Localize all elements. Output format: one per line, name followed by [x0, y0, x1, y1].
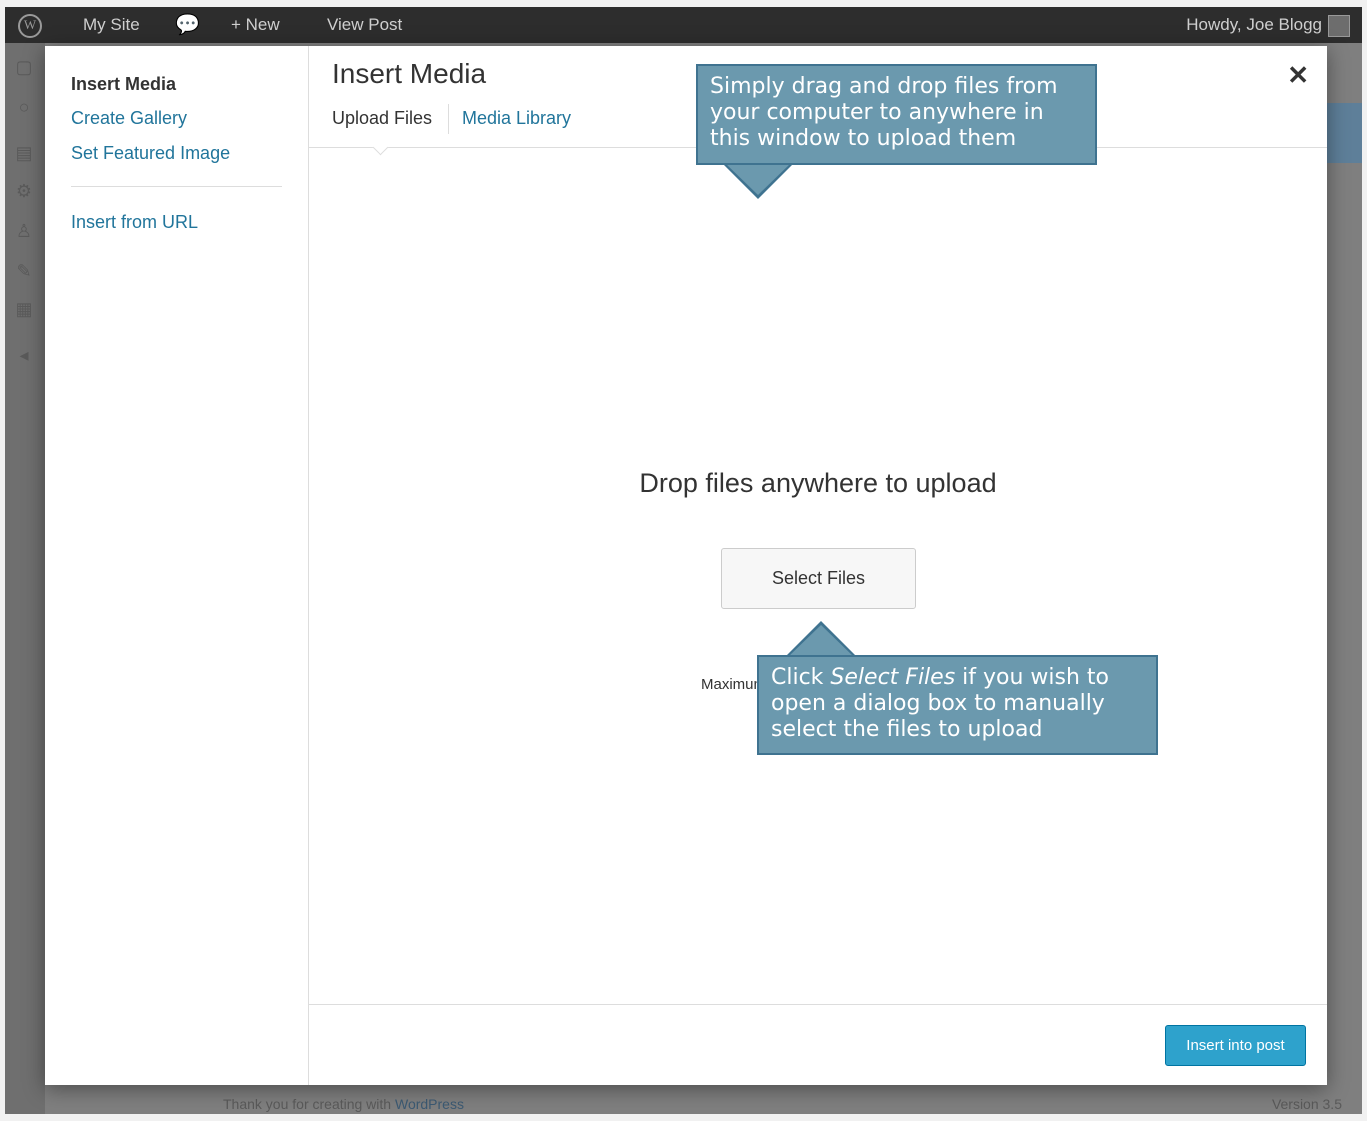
insert-into-post-button[interactable]: Insert into post [1165, 1025, 1306, 1066]
comments-icon[interactable]: 💬 [175, 7, 200, 43]
settings-icon: ▦ [15, 299, 33, 319]
tab-media-library[interactable]: Media Library [462, 108, 571, 129]
media-toolbar: Insert into post [309, 1004, 1327, 1085]
footer-thankyou: Thank you for creating with WordPress [223, 1096, 464, 1112]
wordpress-logo-icon[interactable]: W [15, 7, 45, 43]
media-menu: Insert Media Create Gallery Set Featured… [45, 46, 309, 1085]
menu-insert-from-url[interactable]: Insert from URL [71, 212, 198, 233]
appearance-icon: ▤ [15, 143, 33, 163]
select-files-button[interactable]: Select Files [721, 548, 916, 609]
posts-icon: ▢ [15, 57, 33, 77]
callout-arrow-up-fill [788, 625, 854, 657]
my-site-link[interactable]: My Site [83, 7, 140, 43]
howdy-user-link[interactable]: Howdy, Joe Blogg [1186, 7, 1322, 43]
menu-create-gallery[interactable]: Create Gallery [71, 108, 187, 129]
upload-drop-area[interactable]: Drop files anywhere to upload Select Fil… [309, 148, 1327, 1004]
drag-drop-callout: Simply drag and drop files from your com… [696, 64, 1097, 165]
comments-menu-icon: ○ [18, 97, 30, 117]
insert-media-modal: Insert Media Create Gallery Set Featured… [45, 46, 1327, 1085]
select-files-callout: Click Select Files if you wish to open a… [757, 655, 1158, 755]
plugins-icon: ⚙ [15, 181, 33, 201]
publish-button-edge [1326, 103, 1362, 163]
collapse-menu-icon: ◂ [19, 345, 29, 365]
admin-sidebar: ▢ ○ ▤ ⚙ ♙ ✎ ▦ ◂ [5, 43, 45, 1114]
menu-insert-media[interactable]: Insert Media [71, 74, 176, 95]
users-icon: ♙ [15, 221, 33, 241]
menu-set-featured-image[interactable]: Set Featured Image [71, 143, 230, 164]
view-post-link[interactable]: View Post [327, 7, 402, 43]
new-content-link[interactable]: + New [231, 7, 280, 43]
avatar[interactable] [1328, 15, 1350, 37]
callout-arrow-down-fill [725, 163, 791, 195]
close-icon[interactable]: ✕ [1287, 60, 1309, 91]
footer-wordpress-link[interactable]: WordPress [395, 1096, 464, 1112]
frame-title: Insert Media [332, 58, 487, 89]
drop-instructions: Drop files anywhere to upload [639, 468, 997, 498]
callout-text-prefix: Click [771, 665, 831, 690]
admin-bar: W My Site 💬 + New View Post Howdy, Joe B… [5, 7, 1362, 43]
tab-upload-files[interactable]: Upload Files [332, 108, 432, 129]
tools-icon: ✎ [16, 261, 32, 281]
menu-separator [71, 186, 282, 187]
footer-version: Version 3.5 [1271, 1096, 1342, 1112]
callout-text-emphasis: Select Files [830, 665, 956, 690]
tab-divider [448, 104, 449, 134]
